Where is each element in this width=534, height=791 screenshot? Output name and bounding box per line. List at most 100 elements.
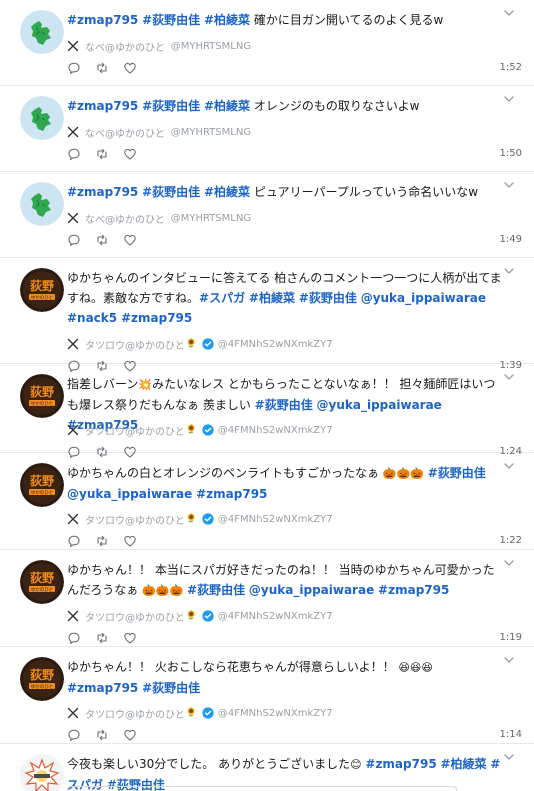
mention-link[interactable]: @yuka_ippaiwarae [67,487,192,501]
tweet-time[interactable]: 1:22 [500,535,522,546]
repost-icon[interactable] [95,534,109,548]
hashtag-link[interactable]: #荻野由佳 [428,466,486,480]
hashtag-link[interactable]: #荻野由佳 [142,99,200,113]
tweet-actions [67,61,151,75]
repost-icon[interactable] [95,61,109,75]
ogino-badge-avatar[interactable]: 荻野 ゆかのひと [20,463,64,507]
source-emoji: 🌻 [185,708,197,718]
green-map-avatar[interactable] [20,182,64,226]
tweet-time[interactable]: 1:14 [500,729,522,740]
mention-link[interactable]: @yuka_ippaiwarae [249,583,374,597]
tweet-source[interactable]: なべ@ゆかのひと @MYHRTSMLNG [67,38,251,54]
x-logo-icon [67,513,79,525]
tweet-time[interactable]: 1:19 [500,632,522,643]
green-map-avatar[interactable] [20,10,64,54]
hashtag-link[interactable]: #荻野由佳 [142,185,200,199]
hashtag-link[interactable]: #zmap795 [67,13,138,27]
x-logo-icon [67,212,79,224]
ogino-badge-avatar[interactable]: 荻野 ゆかのひと [20,560,64,604]
chevron-down-icon[interactable] [502,370,516,384]
chevron-down-icon[interactable] [502,178,516,192]
mention-link[interactable]: @yuka_ippaiwarae [361,291,486,305]
green-map-avatar[interactable] [20,96,64,140]
tweet-source[interactable]: タツロウ@ゆかのひと 🌻 @4FMNhS2wNXmkZY7 [67,511,333,527]
tweet-card[interactable]: 荻野 ゆかのひと ゆかちゃんのインタビューに答えてる 柏さんのコメント一つ一つに人柄… [0,258,534,372]
reply-icon[interactable] [67,61,81,75]
hashtag-link[interactable]: #zmap795 [196,487,267,501]
reply-icon[interactable] [67,728,81,742]
tweet-time[interactable]: 1:49 [500,234,522,245]
hashtag-link[interactable]: #柏綾菜 [249,291,295,305]
tweet-card[interactable]: 今夜も楽しい30分でした。 ありがとうございました😊 #zmap795 #柏綾菜… [0,744,534,791]
tweet-source[interactable]: なべ@ゆかのひと @MYHRTSMLNG [67,210,251,226]
mention-link[interactable]: @yuka_ippaiwarae [317,398,442,412]
repost-icon[interactable] [95,728,109,742]
verified-badge-icon [202,610,214,622]
heart-icon[interactable] [123,728,137,742]
heart-icon[interactable] [123,534,137,548]
chevron-down-icon[interactable] [502,459,516,473]
reply-icon[interactable] [67,147,81,161]
chevron-down-icon[interactable] [502,92,516,106]
hashtag-link[interactable]: #柏綾菜 [204,99,250,113]
hashtag-link[interactable]: #スパガ [199,291,245,305]
svg-text:荻野: 荻野 [30,667,54,682]
repost-icon[interactable] [95,233,109,247]
starburst-logo-avatar[interactable] [20,754,64,791]
hashtag-link[interactable]: #柏綾菜 [204,13,250,27]
verified-badge-icon [202,424,214,436]
hashtag-link[interactable]: #zmap795 [378,583,449,597]
tweet-card[interactable]: 荻野 ゆかのひと ゆかちゃん！！ 本当にスパガ好きだったのね！！ 当時のゆかちゃん可… [0,550,534,647]
tweet-source[interactable]: なべ@ゆかのひと @MYHRTSMLNG [67,124,251,140]
source-handle: @4FMNhS2wNXmkZY7 [217,424,333,436]
tweet-card[interactable]: #zmap795 #荻野由佳 #柏綾菜 ピュアリーパープルっていう命名いいなw な… [0,172,534,258]
hashtag-link[interactable]: #荻野由佳 [187,583,245,597]
tweet-source[interactable]: タツロウ@ゆかのひと 🌻 @4FMNhS2wNXmkZY7 [67,608,333,624]
tweet-card[interactable]: 荻野 ゆかのひと ゆかちゃんの白とオレンジのペンライトもすごかったなぁ 🎃🎃🎃 #荻… [0,453,534,550]
chevron-down-icon[interactable] [502,750,516,764]
hashtag-link[interactable]: #荻野由佳 [142,681,200,695]
heart-icon[interactable] [123,61,137,75]
tweet-time[interactable]: 1:52 [500,62,522,73]
repost-icon[interactable] [95,147,109,161]
hashtag-link[interactable]: #柏綾菜 [204,185,250,199]
reply-icon[interactable] [67,534,81,548]
heart-icon[interactable] [123,631,137,645]
reply-icon[interactable] [67,233,81,247]
source-handle: @MYHRTSMLNG [170,40,252,52]
hashtag-link[interactable]: #zmap795 [365,757,436,771]
chevron-down-icon[interactable] [502,556,516,570]
tweet-card[interactable]: #zmap795 #荻野由佳 #柏綾菜 オレンジのもの取りなさいよw なべ@ゆかの… [0,86,534,172]
tweet-card[interactable]: 荻野 ゆかのひと ゆかちゃん！！ 火おこしなら花恵ちゃんが得意らしいよ！！ 😆😆😆 … [0,647,534,744]
chevron-down-icon[interactable] [502,653,516,667]
hashtag-link[interactable]: #nack5 [67,311,117,325]
hashtag-link[interactable]: #zmap795 [67,99,138,113]
ogino-badge-avatar[interactable]: 荻野 ゆかのひと [20,374,64,418]
heart-icon[interactable] [123,147,137,161]
chevron-down-icon[interactable] [502,6,516,20]
ogino-badge-avatar[interactable]: 荻野 ゆかのひと [20,268,64,312]
tweet-card[interactable]: #zmap795 #荻野由佳 #柏綾菜 確かに目ガン開いてるのよく見るw なべ@ゆ… [0,0,534,86]
hashtag-link[interactable]: #柏綾菜 [441,757,487,771]
repost-icon[interactable] [95,631,109,645]
hashtag-link[interactable]: #荻野由佳 [255,398,313,412]
tweet-source[interactable]: タツロウ@ゆかのひと 🌻 @4FMNhS2wNXmkZY7 [67,336,333,352]
hashtag-link[interactable]: #荻野由佳 [142,13,200,27]
ogino-badge-avatar[interactable]: 荻野 ゆかのひと [20,657,64,701]
hashtag-link[interactable]: #荻野由佳 [299,291,357,305]
tweet-time[interactable]: 1:50 [500,148,522,159]
reply-icon[interactable] [67,631,81,645]
heart-icon[interactable] [123,233,137,247]
tweet-card[interactable]: 荻野 ゆかのひと 指差しバーン💥みたいなレス とかもらったことないなぁ！！ 担々麺師… [0,364,534,458]
tweet-source[interactable]: タツロウ@ゆかのひと 🌻 @4FMNhS2wNXmkZY7 [67,422,333,438]
hashtag-link[interactable]: #zmap795 [67,185,138,199]
text-segment: 確かに目ガン開いてるのよく見るw [250,13,444,27]
chevron-down-icon[interactable] [502,264,516,278]
source-emoji: 🌻 [185,611,197,621]
tweet-source[interactable]: タツロウ@ゆかのひと 🌻 @4FMNhS2wNXmkZY7 [67,705,333,721]
emoji-text: 🎃🎃🎃 [142,584,184,597]
hashtag-link[interactable]: #zmap795 [121,311,192,325]
tweet-text: ゆかちゃん！！ 火おこしなら花恵ちゃんが得意らしいよ！！ 😆😆😆 #zmap79… [67,657,504,698]
embedded-card[interactable] [67,786,457,791]
hashtag-link[interactable]: #zmap795 [67,681,138,695]
